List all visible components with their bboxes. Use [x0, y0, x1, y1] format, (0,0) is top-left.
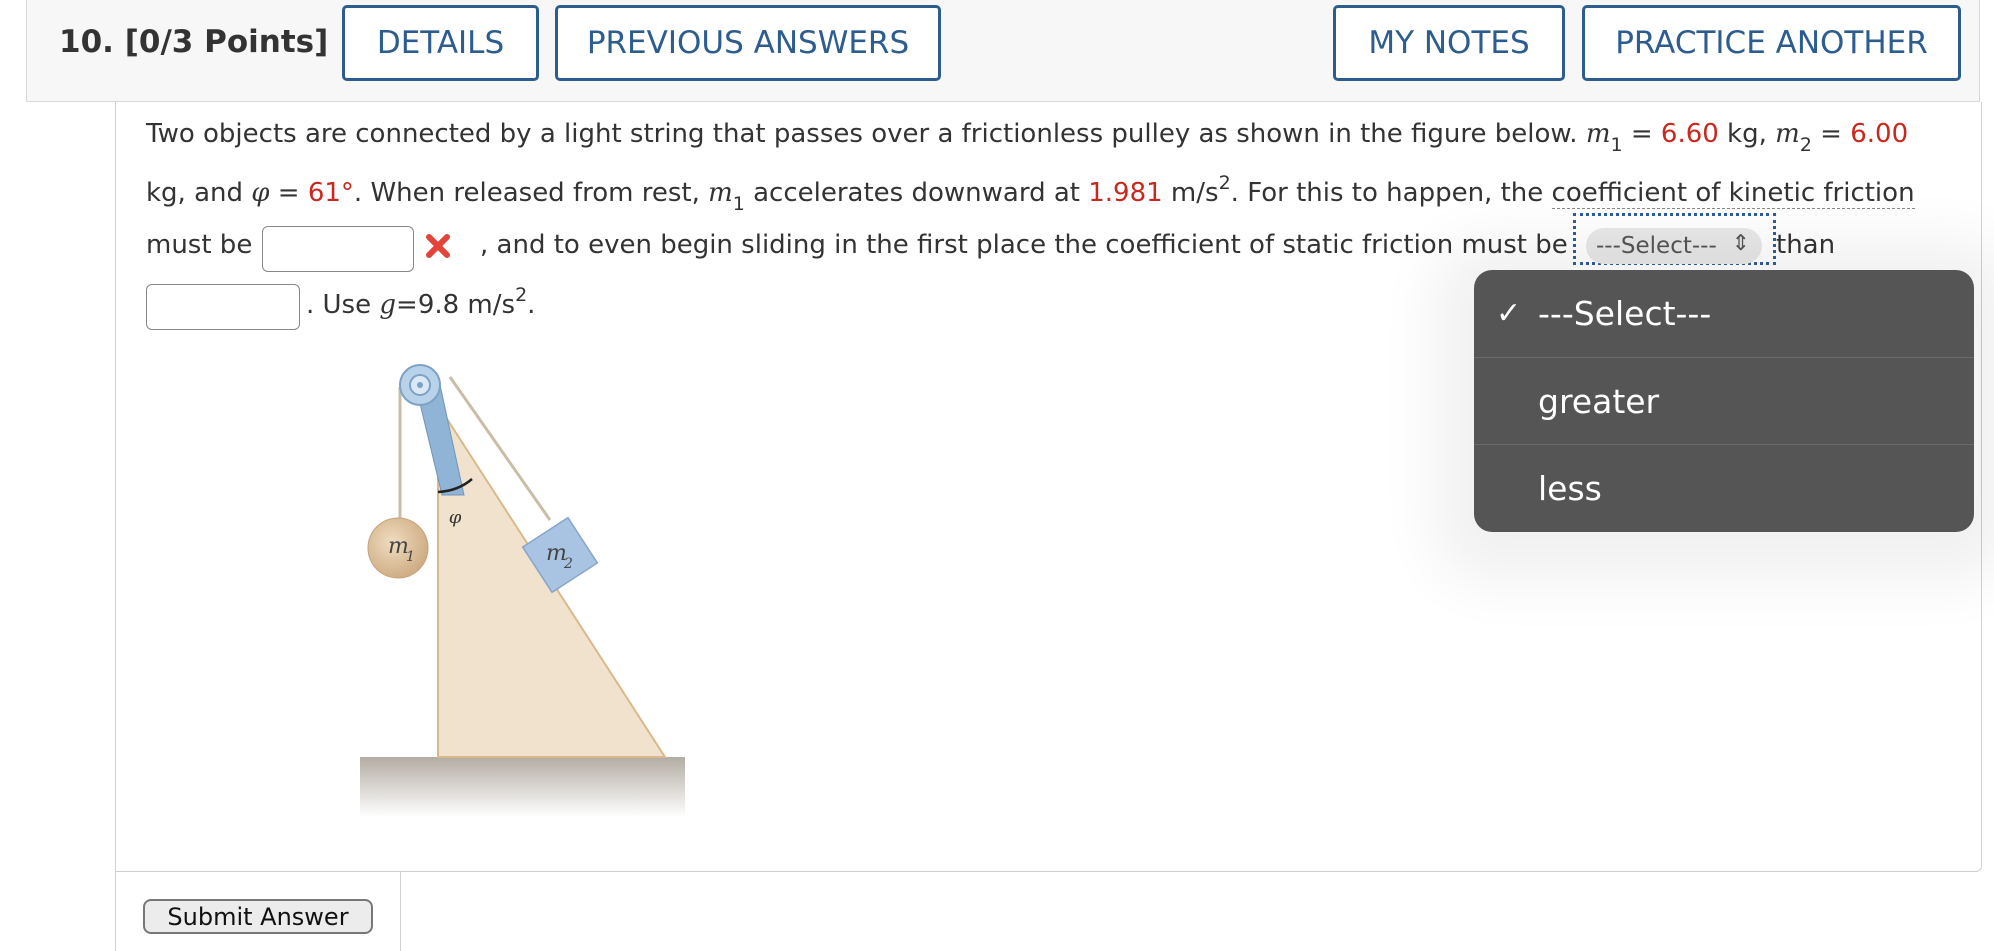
practice-another-button[interactable]: PRACTICE ANOTHER: [1582, 5, 1961, 81]
m1-subscript: 1: [1610, 134, 1623, 156]
select-option-greater[interactable]: greater: [1474, 357, 1974, 444]
chevron-updown-icon: ⇕: [1731, 231, 1750, 256]
problem-line-4: . Use g=9.8 m/s2.: [306, 284, 536, 320]
acceleration-value: 1.981: [1088, 178, 1163, 208]
problem-text: Two objects are connected by a light str…: [146, 119, 1586, 149]
kinetic-friction-term[interactable]: coefficient of kinetic friction: [1551, 178, 1915, 209]
problem-line-3-mid: , and to even begin sliding in the first…: [480, 230, 1568, 260]
question-title: 10. [0/3 Points]: [59, 24, 328, 60]
problem-text: kg, and: [146, 178, 252, 208]
floor: [360, 757, 685, 817]
checkmark-icon: ✓: [1496, 296, 1522, 331]
option-label: greater: [1538, 381, 1660, 421]
select-current-value: ---Select---: [1596, 233, 1717, 259]
equals-sign: =: [1622, 119, 1661, 149]
select-dropdown-menu: ✓ ---Select--- greater less: [1474, 270, 1974, 532]
static-friction-input[interactable]: [146, 284, 300, 330]
phi-symbol: φ: [251, 178, 270, 208]
question-points: [0/3 Points]: [124, 24, 329, 60]
superscript-2: 2: [515, 284, 528, 306]
question-number: 10.: [59, 24, 114, 60]
equals-sign: =: [269, 178, 308, 208]
m1-figure-subscript: 1: [406, 549, 415, 565]
problem-line-1: Two objects are connected by a light str…: [146, 119, 1909, 156]
pulley-incline-figure: φ m 1 m 2: [360, 364, 685, 817]
x-mark-icon: [426, 234, 450, 258]
problem-text: accelerates downward at: [744, 178, 1089, 208]
acceleration-unit: m/s: [1162, 178, 1219, 208]
my-notes-button[interactable]: MY NOTES: [1333, 5, 1565, 81]
g-value: =9.8 m/s: [396, 290, 516, 320]
kinetic-friction-input[interactable]: [262, 226, 414, 272]
submit-answer-button[interactable]: Submit Answer: [143, 899, 373, 934]
equals-sign: =: [1811, 119, 1851, 149]
phi-label: φ: [449, 507, 462, 528]
m1-symbol: m: [708, 178, 733, 208]
select-option-default[interactable]: ✓ ---Select---: [1474, 270, 1974, 357]
phi-value: 61°: [307, 178, 354, 208]
superscript-2: 2: [1218, 172, 1231, 194]
option-label: ---Select---: [1538, 294, 1712, 333]
static-friction-select[interactable]: ---Select--- ⇕: [1586, 228, 1762, 264]
problem-line-3-start: must be: [146, 230, 253, 260]
problem-text: . When released from rest,: [353, 178, 709, 208]
problem-line-2: kg, and φ = 61°. When released from rest…: [146, 172, 1915, 215]
option-label: less: [1538, 468, 1602, 508]
problem-text: .: [527, 290, 536, 320]
m1-unit: kg,: [1718, 119, 1776, 149]
details-button[interactable]: DETAILS: [342, 5, 539, 81]
problem-text: . Use: [306, 290, 380, 320]
m2-value: 6.00: [1850, 119, 1909, 149]
select-option-less[interactable]: less: [1474, 444, 1974, 531]
problem-line-3-end: than: [1776, 230, 1836, 260]
m1-subscript: 1: [732, 193, 745, 215]
m1-value: 6.60: [1660, 119, 1719, 149]
m2-subscript: 2: [1799, 134, 1812, 156]
previous-answers-button[interactable]: PREVIOUS ANSWERS: [555, 5, 941, 81]
m2-symbol: m: [1775, 119, 1800, 149]
g-symbol: g: [379, 290, 397, 320]
m2-figure-subscript: 2: [563, 556, 573, 572]
problem-text: . For this to happen, the: [1230, 178, 1552, 208]
m1-symbol: m: [1585, 119, 1611, 149]
pulley-axle: [417, 382, 423, 388]
